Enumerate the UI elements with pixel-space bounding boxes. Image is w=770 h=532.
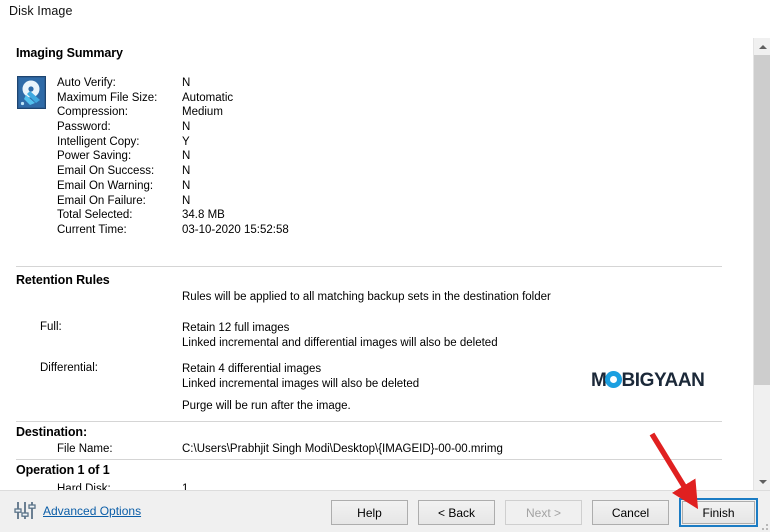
retention-differential-label: Differential: — [40, 362, 98, 374]
resize-grip[interactable] — [758, 520, 768, 530]
row-value: 34.8 MB — [182, 209, 225, 222]
row-value: N — [182, 121, 191, 134]
destination-file-name-value: C:\Users\Prabhjit Singh Modi\Desktop\{IM… — [182, 443, 503, 455]
watermark-text-after: BIGYAAN — [621, 370, 705, 391]
retention-full-label: Full: — [40, 321, 62, 333]
row-label: Compression: — [57, 106, 128, 119]
row-value: N — [182, 77, 191, 89]
row-value: Y — [182, 135, 190, 148]
destination-file-name-label: File Name: — [57, 443, 113, 455]
destination-heading: Destination: — [16, 425, 88, 439]
sliders-icon — [14, 502, 36, 519]
retention-full-line1: Retain 12 full images — [182, 322, 290, 334]
row-value: 1 — [182, 483, 189, 490]
watermark-text-before: M — [591, 370, 607, 391]
o-ring-logo-icon — [605, 371, 623, 388]
row-value: N — [182, 179, 191, 192]
table-row: Hard Disk: 1 — [57, 482, 212, 490]
retention-full-body: Retain 12 full images Linked incremental… — [182, 321, 498, 350]
row-label: Total Selected: — [57, 209, 133, 222]
divider — [16, 459, 722, 460]
row-value: Automatic — [182, 91, 234, 104]
retention-purge-note: Purge will be run after the image. — [182, 400, 351, 412]
divider — [16, 266, 722, 267]
row-label: Power Saving: — [57, 150, 132, 163]
row-value: N — [182, 194, 191, 207]
row-label: Hard Disk: — [57, 483, 111, 490]
table-row: Compression: Medium — [57, 105, 289, 120]
row-value: N — [182, 165, 191, 178]
table-row: Maximum File Size: Automatic — [57, 91, 289, 106]
finish-button[interactable]: Finish — [682, 501, 755, 524]
advanced-options-group[interactable]: Advanced Options — [14, 500, 141, 521]
summary-content-pane: Imaging Summary Auto Verify: N Maximum F… — [0, 38, 770, 490]
cancel-button[interactable]: Cancel — [592, 500, 669, 525]
chevron-up-icon — [758, 44, 767, 49]
operation-table: Hard Disk:1 Drive Letter:N/A File System… — [57, 482, 212, 490]
back-button[interactable]: < Back — [418, 500, 495, 525]
table-row: Current Time: 03-10-2020 15:52:58 — [57, 223, 289, 238]
chevron-down-icon — [758, 479, 767, 484]
mobigyaan-watermark: M BIGYAAN — [591, 370, 705, 392]
help-button[interactable]: Help — [331, 500, 408, 525]
row-label: Email On Failure: — [57, 194, 146, 207]
table-row: Email On Success: N — [57, 164, 289, 179]
table-row: Intelligent Copy: Y — [57, 135, 289, 150]
retention-differential-line1: Retain 4 differential images — [182, 363, 322, 375]
divider — [16, 421, 722, 422]
table-row: Auto Verify: N — [57, 76, 289, 91]
table-row: Email On Failure: N — [57, 194, 289, 209]
retention-rules-heading: Retention Rules — [16, 273, 110, 287]
scrollbar-thumb[interactable] — [754, 55, 770, 385]
row-label: Auto Verify: — [57, 77, 116, 89]
advanced-options-link[interactable]: Advanced Options — [43, 504, 141, 518]
retention-differential-line2: Linked incremental images will also be d… — [182, 377, 420, 390]
scroll-up-button[interactable] — [754, 38, 770, 55]
operation-heading: Operation 1 of 1 — [16, 463, 110, 477]
row-label: Maximum File Size: — [57, 91, 158, 104]
row-label: Email On Success: — [57, 165, 155, 178]
vertical-scrollbar[interactable] — [753, 38, 770, 490]
retention-note: Rules will be applied to all matching ba… — [182, 291, 551, 303]
table-row: Power Saving: N — [57, 149, 289, 164]
row-value: Medium — [182, 106, 223, 119]
scroll-down-button[interactable] — [754, 473, 770, 490]
row-label: Current Time: — [57, 223, 127, 236]
retention-full-line2: Linked incremental and differential imag… — [182, 336, 498, 349]
row-value: 03-10-2020 15:52:58 — [182, 223, 289, 236]
table-row: Email On Warning: N — [57, 179, 289, 194]
row-label: Intelligent Copy: — [57, 135, 140, 148]
table-row: Password: N — [57, 120, 289, 135]
scroll-body: Imaging Summary Auto Verify: N Maximum F… — [0, 38, 736, 490]
next-button: Next > — [505, 500, 582, 525]
hard-disk-icon — [17, 76, 46, 114]
row-value: N — [182, 150, 191, 163]
row-label: Email On Warning: — [57, 179, 154, 192]
table-row: Total Selected: 34.8 MB — [57, 208, 289, 223]
imaging-summary-table: Auto Verify: N Maximum File Size: Automati… — [57, 76, 289, 238]
finish-button-focus-ring: Finish — [679, 498, 758, 527]
window-title: Disk Image — [9, 4, 73, 18]
disk-image-wizard-window: Disk Image Imaging Summary Auto Verify: … — [0, 0, 770, 532]
imaging-summary-heading: Imaging Summary — [16, 46, 123, 60]
row-label: Password: — [57, 121, 111, 134]
dialog-footer: Advanced Options Help < Back Next > Canc… — [0, 490, 770, 532]
retention-differential-body: Retain 4 differential images Linked incr… — [182, 362, 419, 391]
footer-button-row: Help < Back Next > Cancel Finish — [331, 498, 758, 527]
